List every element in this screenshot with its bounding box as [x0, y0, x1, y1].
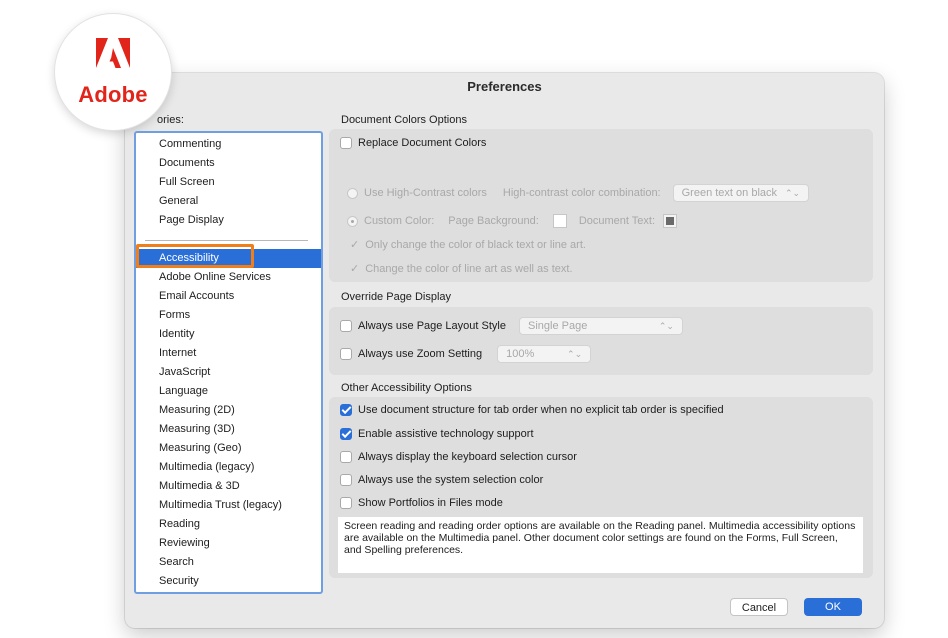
page-background-swatch[interactable] — [552, 214, 567, 228]
adobe-logo-icon — [96, 38, 130, 68]
category-security[interactable]: Security — [136, 572, 321, 591]
keyboard-cursor-row[interactable]: Always display the keyboard selection cu… — [340, 451, 577, 463]
zoom-setting-select[interactable]: 100% ⌃⌄ — [497, 345, 592, 363]
keyboard-cursor-label: Always display the keyboard selection cu… — [358, 451, 577, 463]
zoom-setting-row[interactable]: Always use Zoom Setting 100% ⌃⌄ — [340, 345, 592, 363]
category-email-accounts[interactable]: Email Accounts — [136, 287, 321, 306]
category-multimedia-3d[interactable]: Multimedia & 3D — [136, 477, 321, 496]
high-contrast-label: Use High-Contrast colors — [364, 187, 487, 199]
combo-label: High-contrast color combination: — [502, 187, 661, 199]
categories-label: ories: — [157, 114, 184, 126]
zoom-setting-checkbox[interactable] — [340, 348, 352, 360]
page-background-label: Page Background: — [448, 215, 539, 227]
category-adobe-online-services[interactable]: Adobe Online Services — [136, 268, 321, 287]
category-reviewing[interactable]: Reviewing — [136, 534, 321, 553]
zoom-setting-label: Always use Zoom Setting — [358, 348, 483, 360]
accessibility-info-text: Screen reading and reading order options… — [338, 517, 863, 573]
document-text-label: Document Text: — [578, 215, 656, 227]
category-full-screen[interactable]: Full Screen — [136, 173, 321, 192]
category-internet[interactable]: Internet — [136, 344, 321, 363]
document-colors-group — [329, 129, 873, 282]
custom-color-radio[interactable] — [347, 215, 358, 227]
line-art-row: ✓ Change the color of line art as well a… — [350, 262, 573, 276]
chevron-updown-icon: ⌃⌄ — [785, 187, 801, 198]
category-page-display[interactable]: Page Display — [136, 211, 321, 230]
line-art-label: Change the color of line art as well as … — [365, 262, 573, 275]
replace-document-colors-label: Replace Document Colors — [358, 137, 487, 149]
categories-list[interactable]: Commenting Documents Full Screen General… — [134, 131, 323, 594]
combo-select-value: Green text on black — [681, 187, 778, 199]
other-accessibility-title: Other Accessibility Options — [341, 382, 472, 394]
category-general[interactable]: General — [136, 192, 321, 211]
override-display-title: Override Page Display — [341, 291, 452, 303]
system-selection-color-label: Always use the system selection color — [358, 474, 544, 486]
custom-color-label: Custom Color: — [364, 215, 435, 227]
high-contrast-radio[interactable] — [347, 187, 358, 199]
portfolios-files-row[interactable]: Show Portfolios in Files mode — [340, 497, 503, 509]
page-layout-select[interactable]: Single Page ⌃⌄ — [518, 317, 683, 335]
category-language[interactable]: Language — [136, 382, 321, 401]
tab-order-checkbox[interactable] — [340, 404, 352, 416]
category-reading[interactable]: Reading — [136, 515, 321, 534]
checkmark-icon: ✓ — [350, 239, 360, 251]
page-layout-checkbox[interactable] — [340, 320, 352, 332]
document-colors-title: Document Colors Options — [341, 114, 467, 126]
document-text-swatch-fill — [666, 217, 675, 225]
combo-select[interactable]: Green text on black ⌃⌄ — [672, 184, 809, 202]
category-search[interactable]: Search — [136, 553, 321, 572]
chevron-updown-icon: ⌃⌄ — [658, 320, 674, 331]
assistive-tech-row[interactable]: Enable assistive technology support — [340, 428, 534, 440]
category-documents[interactable]: Documents — [136, 154, 321, 173]
category-multimedia-legacy[interactable]: Multimedia (legacy) — [136, 458, 321, 477]
category-accessibility[interactable]: Accessibility — [136, 249, 321, 268]
assistive-tech-label: Enable assistive technology support — [358, 428, 534, 440]
page-layout-label: Always use Page Layout Style — [358, 320, 506, 332]
chevron-updown-icon: ⌃⌄ — [567, 348, 583, 359]
category-divider — [145, 240, 308, 241]
portfolios-files-label: Show Portfolios in Files mode — [358, 497, 503, 509]
checkmark-icon: ✓ — [350, 263, 360, 275]
only-black-text-label: Only change the color of black text or l… — [365, 238, 586, 251]
category-javascript[interactable]: JavaScript — [136, 363, 321, 382]
category-identity[interactable]: Identity — [136, 325, 321, 344]
page-layout-value: Single Page — [527, 320, 588, 332]
category-measuring-geo[interactable]: Measuring (Geo) — [136, 439, 321, 458]
cancel-button[interactable]: Cancel — [730, 598, 788, 616]
zoom-setting-value: 100% — [506, 348, 535, 360]
category-measuring-3d[interactable]: Measuring (3D) — [136, 420, 321, 439]
category-forms[interactable]: Forms — [136, 306, 321, 325]
adobe-logo-badge: Adobe — [55, 14, 171, 130]
page-layout-row[interactable]: Always use Page Layout Style Single Page… — [340, 317, 683, 335]
adobe-logo-text: Adobe — [78, 82, 148, 107]
keyboard-cursor-checkbox[interactable] — [340, 451, 352, 463]
assistive-tech-checkbox[interactable] — [340, 428, 352, 440]
category-measuring-2d[interactable]: Measuring (2D) — [136, 401, 321, 420]
portfolios-files-checkbox[interactable] — [340, 497, 352, 509]
system-selection-color-checkbox[interactable] — [340, 474, 352, 486]
replace-document-colors-checkbox[interactable] — [340, 137, 352, 149]
window-title: Preferences — [467, 79, 542, 94]
tab-order-row[interactable]: Use document structure for tab order whe… — [340, 404, 724, 416]
ok-button[interactable]: OK — [804, 598, 862, 616]
system-selection-color-row[interactable]: Always use the system selection color — [340, 474, 543, 486]
replace-document-colors-row[interactable]: Replace Document Colors — [340, 137, 486, 149]
only-black-text-row: ✓ Only change the color of black text or… — [350, 238, 586, 252]
category-commenting[interactable]: Commenting — [136, 135, 321, 154]
document-text-swatch[interactable] — [663, 214, 678, 228]
tab-order-label: Use document structure for tab order whe… — [358, 404, 724, 416]
high-contrast-row: Use High-Contrast colors High-contrast c… — [347, 184, 809, 202]
custom-color-row: Custom Color: Page Background: Document … — [347, 212, 678, 230]
category-multimedia-trust-legacy[interactable]: Multimedia Trust (legacy) — [136, 496, 321, 515]
